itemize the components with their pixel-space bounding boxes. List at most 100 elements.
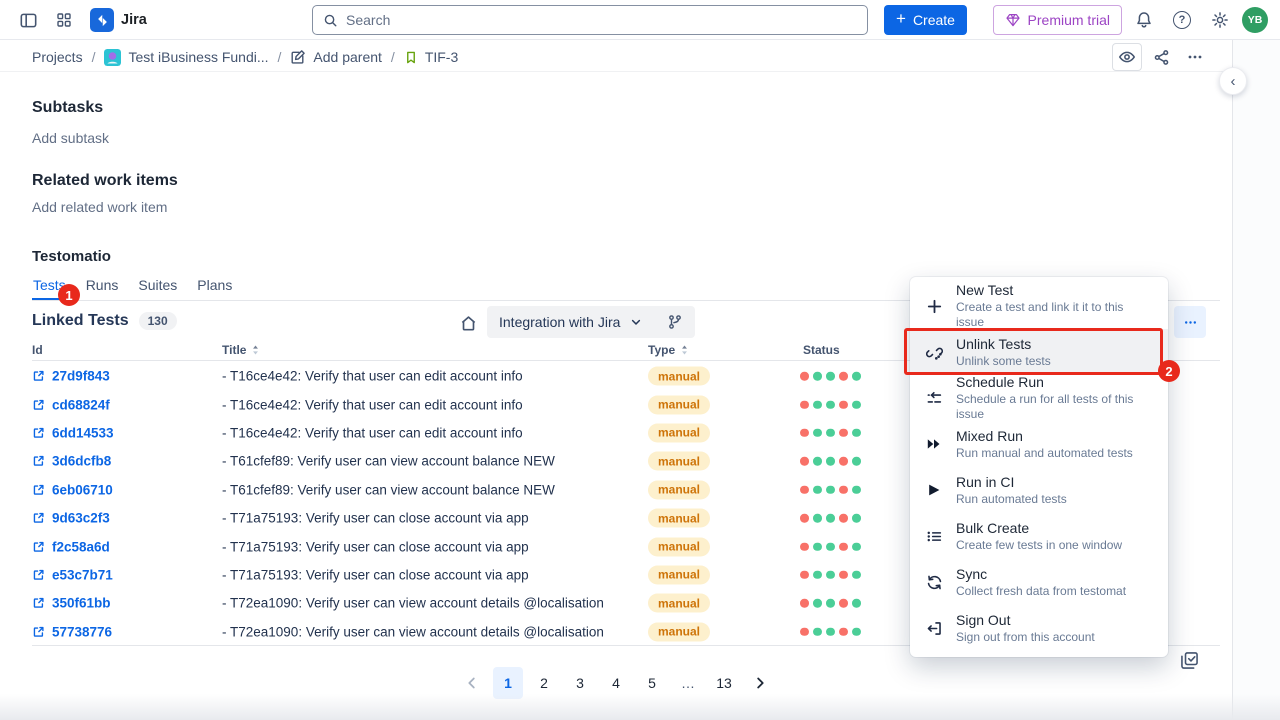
breadcrumb-project-link[interactable]: Test iBusiness Fundi... [104, 49, 268, 66]
status-dot [839, 486, 848, 495]
test-id-text: 6eb06710 [52, 482, 113, 497]
bulk-create-icon [925, 528, 943, 545]
schedule-icon [925, 390, 943, 407]
status-dot [826, 372, 835, 381]
external-link-icon [32, 512, 45, 525]
test-id-link[interactable]: 3d6dcfb8 [32, 454, 111, 469]
menu-item-sign-out[interactable]: Sign OutSign out from this account [910, 605, 1168, 651]
menu-item-title: Schedule Run [956, 374, 1153, 391]
testomatio-title: Testomatio [32, 248, 111, 265]
test-id-text: cd68824f [52, 397, 110, 412]
status-dot [800, 599, 809, 608]
test-id-link[interactable]: 6eb06710 [32, 482, 113, 497]
test-id-link[interactable]: e53c7b71 [32, 567, 113, 582]
status-dot [800, 429, 809, 438]
global-search [312, 5, 868, 35]
tab-plans[interactable]: Plans [196, 277, 233, 300]
status-dot [839, 400, 848, 409]
test-id-link[interactable]: 350f61bb [32, 596, 111, 611]
breadcrumb-add-parent[interactable]: Add parent [290, 49, 382, 65]
page-button-2[interactable]: 2 [529, 667, 559, 699]
notifications-bell-icon[interactable] [1128, 4, 1160, 36]
test-id-link[interactable]: 57738776 [32, 624, 112, 639]
menu-item-schedule-run[interactable]: Schedule RunSchedule a run for all tests… [910, 375, 1168, 421]
page-button-5[interactable]: 5 [637, 667, 667, 699]
status-dot [826, 429, 835, 438]
test-title: - T72ea1090: Verify user can view accoun… [222, 624, 604, 639]
chevron-down-icon [629, 315, 643, 329]
more-actions-icon[interactable] [1180, 43, 1210, 71]
premium-trial-button[interactable]: Premium trial [993, 5, 1122, 35]
add-subtask-button[interactable]: Add subtask [32, 130, 109, 146]
collapse-panel-icon[interactable]: ‹ [1219, 67, 1247, 95]
test-title: - T71a75193: Verify user can close accou… [222, 511, 529, 526]
test-status-dots [800, 429, 861, 438]
sort-icon [251, 344, 260, 356]
breadcrumb-projects-link[interactable]: Projects [32, 49, 83, 65]
prev-page-button[interactable] [457, 667, 487, 699]
column-header-type[interactable]: Type [648, 343, 689, 357]
test-id-link[interactable]: cd68824f [32, 397, 110, 412]
menu-item-subtitle: Create a test and link it it to this iss… [956, 300, 1153, 330]
test-id-link[interactable]: 6dd14533 [32, 425, 114, 440]
share-icon[interactable] [1146, 43, 1176, 71]
breadcrumb: Projects / Test iBusiness Fundi... / Add… [32, 44, 458, 70]
page-button-3[interactable]: 3 [565, 667, 595, 699]
tests-more-options-button[interactable] [1174, 306, 1206, 338]
next-page-button[interactable] [745, 667, 775, 699]
test-title: - T16ce4e42: Verify that user can edit a… [222, 397, 523, 412]
status-dot [839, 372, 848, 381]
create-button[interactable]: + Create [884, 5, 967, 35]
select-tests-icon[interactable] [1179, 650, 1200, 674]
menu-item-sync[interactable]: SyncCollect fresh data from testomat [910, 559, 1168, 605]
tab-suites[interactable]: Suites [137, 277, 178, 300]
jira-home-link[interactable]: Jira [84, 8, 153, 32]
sidebar-toggle-icon[interactable] [12, 4, 44, 36]
breadcrumb-issue-key[interactable]: TIF-3 [404, 49, 458, 65]
test-id-text: f2c58a6d [52, 539, 110, 554]
annotation-step-1-badge: 1 [58, 284, 80, 306]
status-dot [800, 400, 809, 409]
page-button-13[interactable]: 13 [709, 667, 739, 699]
menu-item-run-in-ci[interactable]: Run in CIRun automated tests [910, 467, 1168, 513]
app-switcher-icon[interactable] [48, 4, 80, 36]
project-selector-dropdown[interactable]: Integration with Jira [487, 306, 655, 338]
app-name: Jira [121, 12, 147, 28]
test-id-link[interactable]: 9d63c2f3 [32, 511, 110, 526]
status-dot [839, 457, 848, 466]
menu-item-mixed-run[interactable]: Mixed RunRun manual and automated tests [910, 421, 1168, 467]
create-button-label: Create [913, 12, 955, 28]
help-icon[interactable]: ? [1166, 4, 1198, 36]
watch-eye-icon[interactable] [1112, 43, 1142, 71]
test-status-dots [800, 514, 861, 523]
top-navigation-bar: Jira + Create Premium trial ? [0, 0, 1280, 40]
status-dot [839, 542, 848, 551]
status-dot [813, 599, 822, 608]
test-title: - T61cfef89: Verify user can view accoun… [222, 454, 555, 469]
test-status-dots [800, 457, 861, 466]
tab-runs[interactable]: Runs [85, 277, 120, 300]
branch-icon[interactable] [655, 306, 695, 338]
home-icon[interactable] [454, 309, 482, 337]
column-header-title[interactable]: Title [222, 343, 260, 357]
menu-item-text: Mixed RunRun manual and automated tests [956, 428, 1133, 461]
right-rail-background [1233, 40, 1280, 720]
settings-gear-icon[interactable] [1204, 4, 1236, 36]
project-selector-group: Integration with Jira [487, 306, 695, 338]
menu-item-bulk-create[interactable]: Bulk CreateCreate few tests in one windo… [910, 513, 1168, 559]
test-id-link[interactable]: 27d9f843 [32, 369, 110, 384]
app-window: Jira + Create Premium trial ? [0, 0, 1280, 720]
header-divider [0, 71, 1232, 72]
search-input[interactable] [346, 12, 857, 28]
menu-item-new-test[interactable]: New TestCreate a test and link it it to … [910, 283, 1168, 329]
menu-item-unlink-tests[interactable]: Unlink TestsUnlink some tests [910, 329, 1168, 375]
page-button-1[interactable]: 1 [493, 667, 523, 699]
status-dot [826, 400, 835, 409]
test-id-link[interactable]: f2c58a6d [32, 539, 110, 554]
page-button-4[interactable]: 4 [601, 667, 631, 699]
add-related-work-item-button[interactable]: Add related work item [32, 199, 167, 215]
menu-item-title: Bulk Create [956, 520, 1122, 537]
pagination-ellipsis: … [673, 667, 703, 699]
user-avatar[interactable]: YB [1242, 7, 1268, 33]
test-type-badge: manual [648, 480, 710, 499]
